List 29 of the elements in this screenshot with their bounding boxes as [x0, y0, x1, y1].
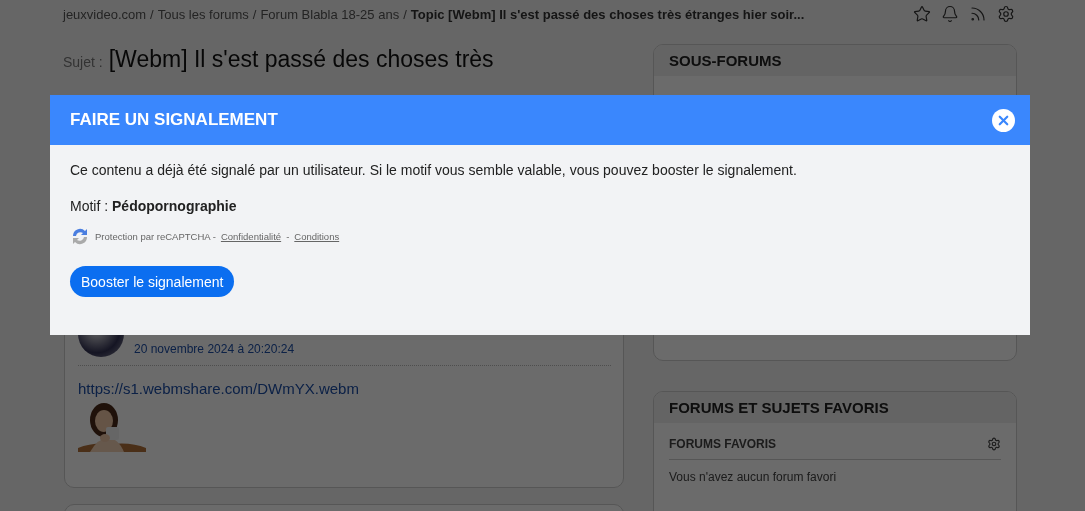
terms-link[interactable]: Conditions — [294, 230, 340, 242]
card-title: SOUS-FORUMS — [654, 45, 1016, 76]
settings-icon[interactable] — [987, 437, 1001, 451]
topic-title: [Webm] Il s'est passé des choses très — [108, 46, 494, 72]
dialog-message: Ce contenu a déjà été signalé par un utilisateur. Si le motif vous semble valable, vous pouvez booster le signalement. — [70, 162, 797, 178]
recaptcha-icon — [70, 226, 90, 246]
bell-icon[interactable] — [941, 5, 959, 23]
settings-icon[interactable] — [997, 5, 1015, 23]
star-icon[interactable] — [913, 5, 931, 23]
breadcrumb-link[interactable]: Forum Blabla 18-25 ans — [260, 6, 400, 22]
breadcrumb-link[interactable]: jeuxvideo.com — [63, 6, 147, 22]
motif-text: Motif : Pédopornographie — [70, 198, 237, 214]
boost-report-button[interactable]: Booster le signalement — [70, 266, 235, 297]
recaptcha-notice: Protection par reCAPTCHA - — [95, 230, 216, 242]
breadcrumb-separator: / — [150, 6, 154, 22]
section-title: FORUMS FAVORIS — [669, 437, 777, 451]
breadcrumb-current: Topic [Webm] Il s'est passé des choses très étranges hier soir... — [410, 6, 805, 22]
post-link[interactable]: https://s1.webmshare.com/DWmYX.webm — [78, 380, 359, 397]
separator: - — [286, 230, 290, 242]
dialog-title: FAIRE UN SIGNALEMENT — [70, 110, 278, 130]
breadcrumb-link[interactable]: Tous les forums — [157, 6, 249, 22]
breadcrumb-separator: / — [403, 6, 407, 22]
rss-icon[interactable] — [969, 5, 987, 23]
empty-message: Vous n'avez aucun forum favori — [669, 470, 838, 484]
breadcrumb-separator: / — [252, 6, 257, 22]
post-date[interactable]: 20 novembre 2024 à 20:20:24 — [134, 341, 295, 357]
card-title: FORUMS ET SUJETS FAVORIS — [654, 392, 1016, 423]
close-button[interactable] — [992, 108, 1015, 132]
privacy-link[interactable]: Confidentialité — [220, 230, 282, 242]
